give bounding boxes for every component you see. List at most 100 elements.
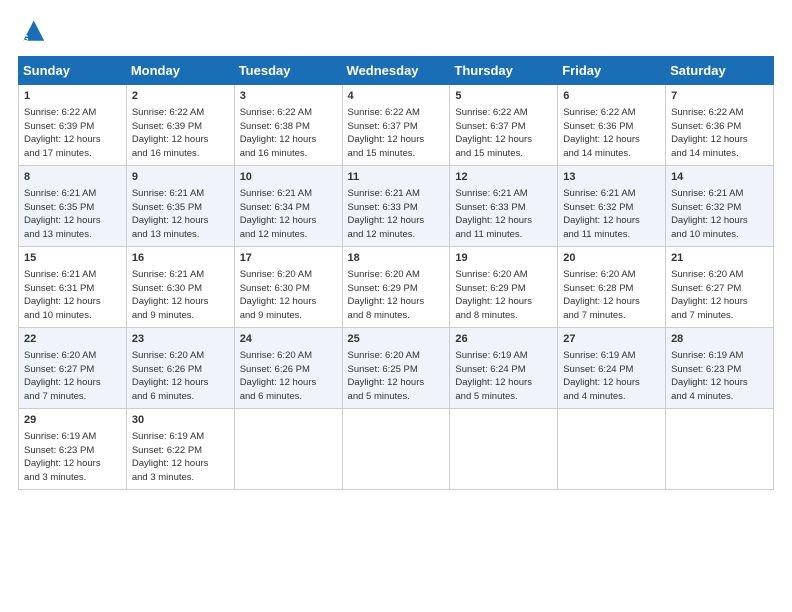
- col-header-tuesday: Tuesday: [234, 57, 342, 85]
- cell-week5-day5: [558, 409, 666, 490]
- day-info-line: Sunset: 6:34 PM: [240, 201, 338, 215]
- day-info-line: and 15 minutes.: [348, 147, 446, 161]
- day-info-line: Sunrise: 6:20 AM: [240, 268, 338, 282]
- day-info-line: and 8 minutes.: [348, 309, 446, 323]
- day-number: 12: [455, 170, 553, 186]
- day-info-line: and 13 minutes.: [24, 228, 122, 242]
- cell-week5-day0: 29Sunrise: 6:19 AMSunset: 6:23 PMDayligh…: [19, 409, 127, 490]
- cell-week3-day4: 19Sunrise: 6:20 AMSunset: 6:29 PMDayligh…: [450, 247, 558, 328]
- cell-week3-day2: 17Sunrise: 6:20 AMSunset: 6:30 PMDayligh…: [234, 247, 342, 328]
- day-info-line: Sunrise: 6:22 AM: [24, 106, 122, 120]
- day-info-line: Sunrise: 6:22 AM: [240, 106, 338, 120]
- day-number: 15: [24, 251, 122, 267]
- day-info-line: Sunrise: 6:19 AM: [455, 349, 553, 363]
- col-header-monday: Monday: [126, 57, 234, 85]
- cell-week2-day2: 10Sunrise: 6:21 AMSunset: 6:34 PMDayligh…: [234, 166, 342, 247]
- day-info-line: Daylight: 12 hours: [348, 376, 446, 390]
- cell-week1-day0: 1Sunrise: 6:22 AMSunset: 6:39 PMDaylight…: [19, 85, 127, 166]
- day-info-line: and 3 minutes.: [132, 471, 230, 485]
- day-info-line: Daylight: 12 hours: [455, 133, 553, 147]
- day-info-line: Sunrise: 6:21 AM: [132, 187, 230, 201]
- day-number: 20: [563, 251, 661, 267]
- day-info-line: Daylight: 12 hours: [671, 376, 769, 390]
- day-info-line: and 5 minutes.: [348, 390, 446, 404]
- day-info-line: Sunrise: 6:20 AM: [671, 268, 769, 282]
- col-header-wednesday: Wednesday: [342, 57, 450, 85]
- cell-week5-day1: 30Sunrise: 6:19 AMSunset: 6:22 PMDayligh…: [126, 409, 234, 490]
- day-info-line: and 10 minutes.: [671, 228, 769, 242]
- cell-week1-day4: 5Sunrise: 6:22 AMSunset: 6:37 PMDaylight…: [450, 85, 558, 166]
- day-info-line: Sunset: 6:33 PM: [348, 201, 446, 215]
- cell-week2-day6: 14Sunrise: 6:21 AMSunset: 6:32 PMDayligh…: [666, 166, 774, 247]
- page: G SundayMondayTuesdayWednesdayThursdayFr…: [0, 0, 792, 612]
- cell-week2-day1: 9Sunrise: 6:21 AMSunset: 6:35 PMDaylight…: [126, 166, 234, 247]
- day-info-line: Daylight: 12 hours: [671, 133, 769, 147]
- day-info-line: Daylight: 12 hours: [348, 295, 446, 309]
- day-info-line: Sunrise: 6:20 AM: [348, 268, 446, 282]
- day-number: 22: [24, 332, 122, 348]
- day-info-line: and 3 minutes.: [24, 471, 122, 485]
- day-info-line: and 9 minutes.: [240, 309, 338, 323]
- day-info-line: and 7 minutes.: [24, 390, 122, 404]
- day-info-line: Daylight: 12 hours: [240, 376, 338, 390]
- day-info-line: Sunset: 6:26 PM: [240, 363, 338, 377]
- day-number: 2: [132, 89, 230, 105]
- day-number: 5: [455, 89, 553, 105]
- logo-icon: G: [18, 18, 46, 46]
- day-info-line: Sunset: 6:24 PM: [563, 363, 661, 377]
- day-info-line: Daylight: 12 hours: [671, 295, 769, 309]
- day-info-line: Sunset: 6:25 PM: [348, 363, 446, 377]
- day-info-line: Daylight: 12 hours: [455, 214, 553, 228]
- day-info-line: Sunset: 6:23 PM: [24, 444, 122, 458]
- cell-week3-day6: 21Sunrise: 6:20 AMSunset: 6:27 PMDayligh…: [666, 247, 774, 328]
- day-info-line: and 13 minutes.: [132, 228, 230, 242]
- day-info-line: and 6 minutes.: [240, 390, 338, 404]
- day-info-line: Sunrise: 6:20 AM: [455, 268, 553, 282]
- day-number: 8: [24, 170, 122, 186]
- day-info-line: Sunrise: 6:21 AM: [455, 187, 553, 201]
- cell-week3-day5: 20Sunrise: 6:20 AMSunset: 6:28 PMDayligh…: [558, 247, 666, 328]
- day-info-line: and 12 minutes.: [240, 228, 338, 242]
- calendar-header: SundayMondayTuesdayWednesdayThursdayFrid…: [19, 57, 774, 85]
- day-info-line: Sunrise: 6:21 AM: [24, 187, 122, 201]
- day-info-line: Daylight: 12 hours: [348, 133, 446, 147]
- day-info-line: Sunrise: 6:20 AM: [240, 349, 338, 363]
- day-number: 25: [348, 332, 446, 348]
- day-info-line: Daylight: 12 hours: [563, 214, 661, 228]
- day-info-line: Sunrise: 6:21 AM: [132, 268, 230, 282]
- day-info-line: and 14 minutes.: [563, 147, 661, 161]
- day-info-line: Sunrise: 6:19 AM: [671, 349, 769, 363]
- week-row-1: 1Sunrise: 6:22 AMSunset: 6:39 PMDaylight…: [19, 85, 774, 166]
- day-number: 16: [132, 251, 230, 267]
- col-header-thursday: Thursday: [450, 57, 558, 85]
- day-number: 18: [348, 251, 446, 267]
- cell-week4-day1: 23Sunrise: 6:20 AMSunset: 6:26 PMDayligh…: [126, 328, 234, 409]
- day-info-line: Daylight: 12 hours: [132, 214, 230, 228]
- day-info-line: Daylight: 12 hours: [24, 376, 122, 390]
- day-number: 28: [671, 332, 769, 348]
- day-info-line: and 12 minutes.: [348, 228, 446, 242]
- day-number: 4: [348, 89, 446, 105]
- day-info-line: Sunset: 6:39 PM: [24, 120, 122, 134]
- week-row-5: 29Sunrise: 6:19 AMSunset: 6:23 PMDayligh…: [19, 409, 774, 490]
- day-info-line: Sunset: 6:30 PM: [240, 282, 338, 296]
- day-info-line: Sunset: 6:27 PM: [671, 282, 769, 296]
- day-info-line: Sunrise: 6:21 AM: [671, 187, 769, 201]
- day-info-line: Sunset: 6:35 PM: [132, 201, 230, 215]
- day-number: 11: [348, 170, 446, 186]
- cell-week5-day6: [666, 409, 774, 490]
- day-number: 26: [455, 332, 553, 348]
- day-info-line: Sunrise: 6:21 AM: [240, 187, 338, 201]
- day-number: 14: [671, 170, 769, 186]
- day-info-line: and 4 minutes.: [671, 390, 769, 404]
- day-info-line: Sunrise: 6:22 AM: [455, 106, 553, 120]
- week-row-4: 22Sunrise: 6:20 AMSunset: 6:27 PMDayligh…: [19, 328, 774, 409]
- day-info-line: Sunset: 6:32 PM: [563, 201, 661, 215]
- day-number: 27: [563, 332, 661, 348]
- day-info-line: Daylight: 12 hours: [132, 295, 230, 309]
- day-info-line: Daylight: 12 hours: [24, 133, 122, 147]
- cell-week2-day3: 11Sunrise: 6:21 AMSunset: 6:33 PMDayligh…: [342, 166, 450, 247]
- days-of-week-row: SundayMondayTuesdayWednesdayThursdayFrid…: [19, 57, 774, 85]
- day-number: 10: [240, 170, 338, 186]
- day-info-line: Daylight: 12 hours: [563, 376, 661, 390]
